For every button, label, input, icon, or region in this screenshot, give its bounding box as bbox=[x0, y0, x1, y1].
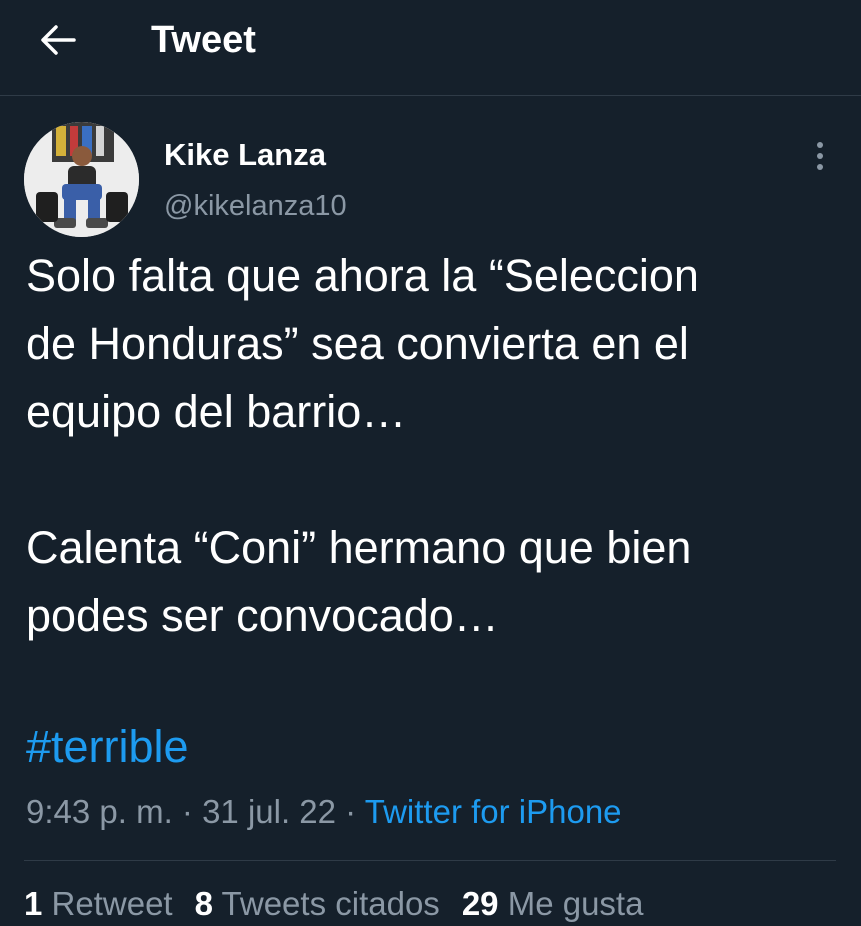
retweets-stat[interactable]: 1 Retweet bbox=[24, 885, 173, 922]
tweet-text-line: Calenta “Coni” hermano que bien bbox=[26, 522, 692, 573]
top-bar: Tweet bbox=[0, 0, 861, 96]
tweet-text-line: de Honduras” sea convierta en el bbox=[26, 318, 689, 369]
quotes-stat[interactable]: 8 Tweets citados bbox=[195, 885, 440, 922]
arrow-left-icon bbox=[41, 25, 76, 55]
tweet-text-line: podes ser convocado… bbox=[26, 590, 499, 641]
hashtag-link[interactable]: #terrible bbox=[26, 713, 189, 781]
page-title: Tweet bbox=[151, 19, 256, 61]
likes-label: Me gusta bbox=[507, 885, 644, 922]
engagement-stats: 1 Retweet 8 Tweets citados 29 Me gusta bbox=[24, 882, 665, 926]
more-vertical-icon bbox=[817, 142, 823, 170]
tweet-body: Solo falta que ahora la “Seleccion de Ho… bbox=[26, 242, 846, 650]
tweet-meta: 9:43 p. m. · 31 jul. 22 · Twitter for iP… bbox=[26, 790, 622, 834]
tweet-text-line: equipo del barrio… bbox=[26, 386, 407, 437]
more-options-button[interactable] bbox=[800, 136, 840, 176]
tweet-date[interactable]: 31 jul. 22 bbox=[202, 793, 336, 830]
quotes-label: Tweets citados bbox=[221, 885, 440, 922]
author-display-name[interactable]: Kike Lanza bbox=[164, 136, 326, 174]
divider bbox=[24, 860, 836, 861]
tweet-text-line: Solo falta que ahora la “Seleccion bbox=[26, 250, 699, 301]
meta-separator: · bbox=[336, 793, 365, 830]
likes-stat[interactable]: 29 Me gusta bbox=[462, 885, 644, 922]
retweets-count: 1 bbox=[24, 885, 43, 922]
author-handle[interactable]: @kikelanza10 bbox=[164, 188, 347, 224]
retweets-label: Retweet bbox=[51, 885, 173, 922]
avatar[interactable] bbox=[24, 122, 139, 237]
avatar-photo bbox=[24, 122, 139, 237]
tweet-source-link[interactable]: Twitter for iPhone bbox=[365, 793, 622, 830]
back-button[interactable] bbox=[28, 18, 88, 62]
likes-count: 29 bbox=[461, 885, 499, 922]
quotes-count: 8 bbox=[194, 885, 213, 922]
tweet-time[interactable]: 9:43 p. m. bbox=[26, 793, 173, 830]
meta-separator: · bbox=[172, 793, 203, 830]
